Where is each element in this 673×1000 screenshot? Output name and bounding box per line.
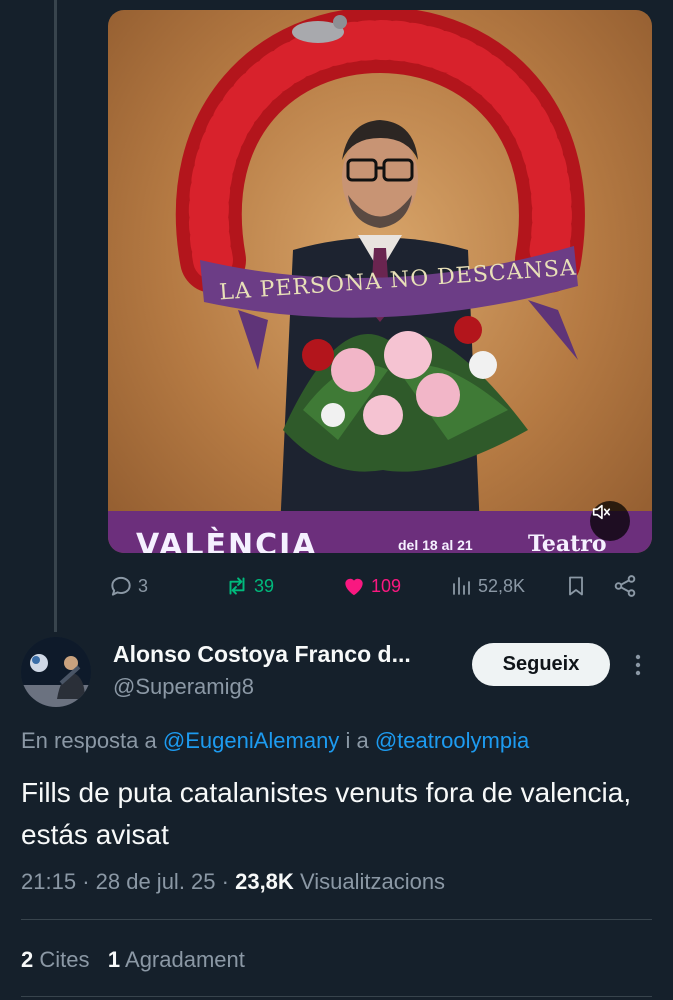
reply-count: 3	[138, 575, 149, 596]
divider	[21, 996, 652, 997]
views-total: 23,8K	[235, 869, 294, 894]
share-icon	[614, 575, 636, 597]
reply-context: En resposta a @EugeniAlemany i a @teatro…	[21, 728, 529, 754]
tweet-meta: 21:15 · 28 de jul. 25 · 23,8K Visualitza…	[21, 869, 445, 895]
tweet-text: Fills de puta catalanistes venuts fora d…	[21, 777, 632, 850]
thread-line	[54, 0, 57, 632]
bookmark-icon	[569, 576, 583, 596]
reply-joiner: i a	[345, 728, 369, 753]
avatar-image	[21, 637, 91, 707]
tweet-stats: 2 Cites 1 Agradament	[21, 947, 245, 973]
like-count: 109	[371, 575, 402, 596]
reply-prefix: En resposta a	[21, 728, 157, 753]
views-count: 52,8K	[478, 575, 526, 596]
quotes-count: 2	[21, 947, 34, 972]
follow-button[interactable]: Segueix	[472, 643, 610, 686]
poster-dates: del 18 al 21	[398, 537, 473, 553]
tweet-date[interactable]: 28 de jul. 25	[96, 869, 216, 894]
tweet-time[interactable]: 21:15	[21, 869, 76, 894]
likes-link[interactable]: 1 Agradament	[108, 947, 245, 972]
quotes-label: Cites	[39, 947, 90, 972]
separator: ·	[221, 869, 229, 894]
likes-label: Agradament	[125, 947, 245, 972]
tweet-actions: 3 39 109 52,8K	[108, 566, 652, 606]
divider	[21, 919, 652, 920]
retweet-icon	[229, 577, 245, 595]
poster-strip: VALÈNCIA del 18 al 21 Teatro	[108, 511, 652, 553]
poster-city: VALÈNCIA	[136, 528, 318, 553]
separator: ·	[82, 869, 90, 894]
author-handle[interactable]: @Superamig8	[113, 674, 254, 700]
likes-count: 1	[107, 947, 121, 972]
share-button[interactable]	[612, 566, 638, 606]
mention-link-2[interactable]: @teatroolympia	[375, 728, 529, 753]
like-button[interactable]: 109	[341, 566, 401, 606]
more-options-button[interactable]	[628, 652, 648, 678]
mute-button[interactable]	[590, 501, 630, 541]
reply-button[interactable]: 3	[108, 566, 148, 606]
tweet-video[interactable]: LA PERSONA NO DESCANSA VALÈNCIA del 18 a…	[108, 10, 652, 553]
retweet-button[interactable]: 39	[224, 566, 274, 606]
avatar[interactable]	[21, 637, 91, 707]
mention-link-1[interactable]: @EugeniAlemany	[163, 728, 339, 753]
more-vertical-icon	[635, 654, 641, 676]
reply-icon	[111, 576, 131, 596]
views-label: Visualitzacions	[299, 869, 446, 894]
heart-icon	[345, 578, 363, 596]
views-button[interactable]: 52,8K	[450, 566, 525, 606]
author-name[interactable]: Alonso Costoya Franco d...	[113, 641, 411, 668]
views-icon	[453, 577, 470, 595]
bookmark-button[interactable]	[564, 566, 588, 606]
retweet-count: 39	[254, 575, 275, 596]
volume-muted-icon	[592, 504, 611, 520]
quotes-link[interactable]: 2 Cites	[21, 947, 96, 972]
